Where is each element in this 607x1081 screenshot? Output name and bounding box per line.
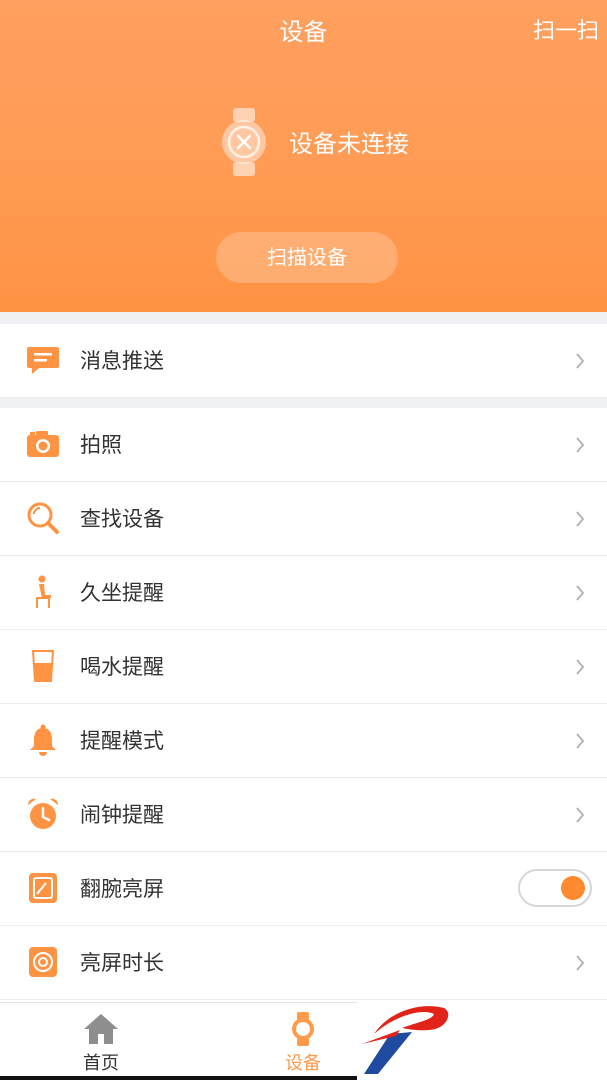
row-label: 查找设备 — [80, 507, 164, 531]
tab-device[interactable]: 设备 — [228, 1003, 378, 1081]
water-cup-icon — [31, 650, 55, 682]
settings-row-screen-duration[interactable]: 亮屏时长 — [0, 926, 607, 1000]
tab-home[interactable]: 首页 — [26, 1003, 176, 1081]
row-label: 闹钟提醒 — [80, 803, 164, 827]
tab-label: 设备 — [285, 1053, 321, 1074]
row-label: 亮屏时长 — [80, 951, 164, 975]
settings-row-find-device[interactable]: 查找设备 — [0, 482, 607, 556]
page-title: 设备 — [279, 18, 328, 46]
scan-device-button[interactable]: 扫描设备 — [216, 232, 398, 283]
row-label: 久坐提醒 — [80, 581, 164, 605]
list-gap — [0, 398, 607, 408]
screen-duration-icon — [29, 947, 57, 977]
bottom-divider — [0, 1076, 357, 1080]
settings-row-wrist-raise-screen: 翻腕亮屏 — [0, 852, 607, 926]
bottom-tab-bar: 首页 设备 — [0, 1002, 357, 1080]
toggle-knob — [561, 876, 585, 900]
alarm-clock-icon — [27, 798, 59, 829]
search-icon — [27, 502, 59, 534]
message-icon — [27, 347, 59, 374]
settings-row-camera[interactable]: 拍照 — [0, 408, 607, 482]
row-label: 消息推送 — [80, 349, 164, 373]
sitting-person-icon — [36, 575, 51, 608]
watch-icon — [292, 1012, 314, 1046]
chevron-right-icon — [576, 733, 585, 749]
row-label: 喝水提醒 — [80, 655, 164, 679]
settings-row-message-push[interactable]: 消息推送 — [0, 324, 607, 398]
row-label: 翻腕亮屏 — [80, 877, 164, 901]
settings-row-alarm-reminder[interactable]: 闹钟提醒 — [0, 778, 607, 852]
camera-icon — [27, 431, 59, 457]
brand-logo — [362, 1006, 449, 1074]
chevron-right-icon — [576, 659, 585, 675]
settings-row-sedentary-reminder[interactable]: 久坐提醒 — [0, 556, 607, 630]
chevron-right-icon — [576, 955, 585, 971]
watch-disconnected-icon — [222, 108, 266, 176]
row-label: 提醒模式 — [80, 729, 164, 753]
list-gap — [0, 312, 607, 324]
home-icon — [84, 1014, 118, 1044]
device-header: 设备 扫一扫 设备未连接 扫描设备 — [0, 0, 607, 312]
chevron-right-icon — [576, 807, 585, 823]
chevron-right-icon — [576, 437, 585, 453]
settings-row-reminder-mode[interactable]: 提醒模式 — [0, 704, 607, 778]
settings-row-drink-water-reminder[interactable]: 喝水提醒 — [0, 630, 607, 704]
wrist-raise-toggle[interactable] — [518, 869, 592, 907]
row-label: 拍照 — [80, 433, 122, 457]
chevron-right-icon — [576, 585, 585, 601]
wrist-screen-icon — [29, 873, 57, 903]
scan-qr-link[interactable]: 扫一扫 — [533, 14, 599, 50]
bell-icon — [30, 724, 56, 756]
chevron-right-icon — [576, 353, 585, 369]
connection-status: 设备未连接 — [289, 130, 409, 158]
chevron-right-icon — [576, 511, 585, 527]
tab-label: 首页 — [83, 1053, 119, 1074]
